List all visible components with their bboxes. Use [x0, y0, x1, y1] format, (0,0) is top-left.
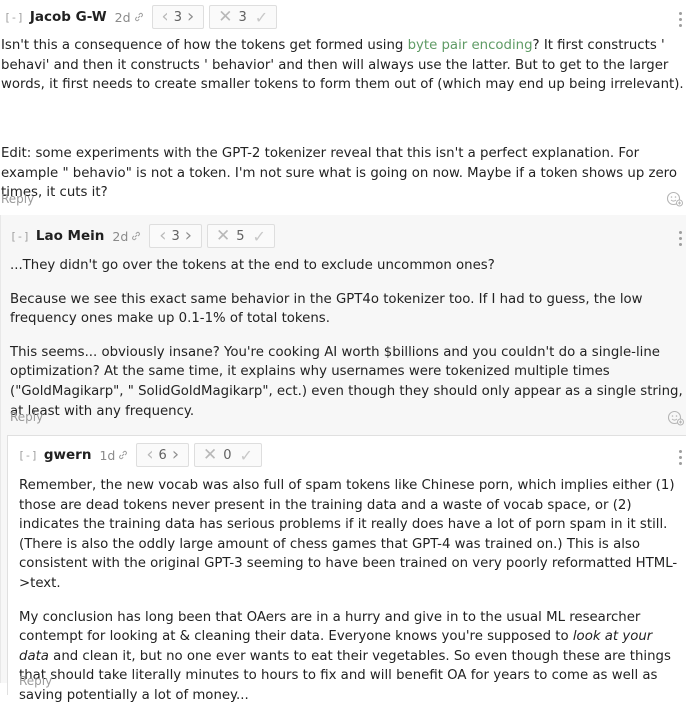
add-reaction-icon[interactable] — [667, 409, 684, 426]
karma-score: 6 — [158, 447, 167, 463]
comment-jacob: [-] Jacob G-W 2d ‹ 3 › ✕ 3 ✓ Isn't this … — [0, 0, 686, 215]
agreement-vote: ✕ 3 ✓ — [209, 5, 278, 29]
comment-gwern: [-] gwern 1d ‹ 6 › ✕ 0 ✓ Remember, the n… — [7, 435, 686, 703]
link-icon[interactable] — [118, 450, 128, 460]
agree-icon[interactable]: ✓ — [249, 8, 270, 27]
comment-body: Isn't this a consequence of how the toke… — [1, 36, 684, 95]
comment-body: ...They didn't go over the tokens at the… — [10, 256, 685, 421]
karma-vote: ‹ 3 › — [151, 5, 205, 29]
link-icon[interactable] — [134, 12, 144, 22]
comment-meta: [-] gwern 1d ‹ 6 › ✕ 0 ✓ — [18, 442, 267, 468]
comment-date[interactable]: 2d — [115, 10, 131, 25]
upvote-icon[interactable]: › — [184, 7, 197, 27]
comment-meta: [-] Lao Mein 2d ‹ 3 › ✕ 5 ✓ — [10, 223, 280, 249]
edit-text: Edit: some experiments with the GPT-2 to… — [1, 146, 677, 201]
body-text: My conclusion has long been that OAers a… — [19, 609, 641, 645]
disagree-icon[interactable]: ✕ — [214, 226, 234, 246]
agreement-vote: ✕ 5 ✓ — [206, 224, 275, 248]
disagree-icon[interactable]: ✕ — [201, 445, 221, 465]
agreement-score: 0 — [223, 447, 232, 463]
downvote-icon[interactable]: ‹ — [143, 445, 156, 465]
comment-body: Remember, the new vocab was also full of… — [19, 476, 683, 706]
comment-author[interactable]: Jacob G-W — [30, 9, 107, 25]
byte-pair-encoding-link[interactable]: byte pair encoding — [408, 38, 533, 53]
collapse-toggle[interactable]: [-] — [4, 11, 24, 24]
agree-icon[interactable]: ✓ — [247, 227, 268, 246]
body-paragraph: This seems... obviously insane? You're c… — [10, 344, 683, 419]
comment-date[interactable]: 2d — [112, 229, 128, 244]
comment-author[interactable]: gwern — [44, 447, 92, 463]
body-paragraph: Remember, the new vocab was also full of… — [19, 478, 678, 591]
comment-date[interactable]: 1d — [99, 448, 115, 463]
karma-score: 3 — [173, 9, 182, 25]
disagree-icon[interactable]: ✕ — [216, 7, 236, 27]
downvote-icon[interactable]: ‹ — [156, 226, 169, 246]
reply-button[interactable]: Reply — [1, 192, 34, 206]
collapse-toggle[interactable]: [-] — [18, 449, 38, 462]
karma-score: 3 — [171, 228, 180, 244]
karma-vote: ‹ 6 › — [136, 443, 190, 467]
comment-author[interactable]: Lao Mein — [36, 228, 105, 244]
agree-icon[interactable]: ✓ — [234, 446, 255, 465]
body-text: and clean it, but no one ever wants to e… — [19, 648, 671, 703]
upvote-icon[interactable]: › — [182, 226, 195, 246]
comment-meta: [-] Jacob G-W 2d ‹ 3 › ✕ 3 ✓ — [4, 4, 282, 30]
link-icon[interactable] — [131, 231, 141, 241]
downvote-icon[interactable]: ‹ — [159, 7, 172, 27]
body-paragraph: ...They didn't go over the tokens at the… — [10, 258, 495, 273]
agreement-vote: ✕ 0 ✓ — [194, 443, 262, 467]
more-options-icon[interactable] — [679, 231, 683, 246]
agreement-score: 3 — [238, 9, 247, 25]
more-options-icon[interactable] — [679, 450, 683, 465]
body-text: Isn't this a consequence of how the toke… — [1, 38, 408, 53]
more-options-icon[interactable] — [679, 12, 683, 27]
reply-button[interactable]: Reply — [19, 674, 52, 688]
body-paragraph: Because we see this exact same behavior … — [10, 291, 643, 327]
comment-edit: Edit: some experiments with the GPT-2 to… — [1, 144, 684, 203]
reply-button[interactable]: Reply — [10, 410, 43, 424]
agreement-score: 5 — [236, 228, 245, 244]
upvote-icon[interactable]: › — [169, 445, 182, 465]
karma-vote: ‹ 3 › — [149, 224, 202, 248]
add-reaction-icon[interactable] — [666, 190, 683, 207]
collapse-toggle[interactable]: [-] — [10, 230, 30, 243]
